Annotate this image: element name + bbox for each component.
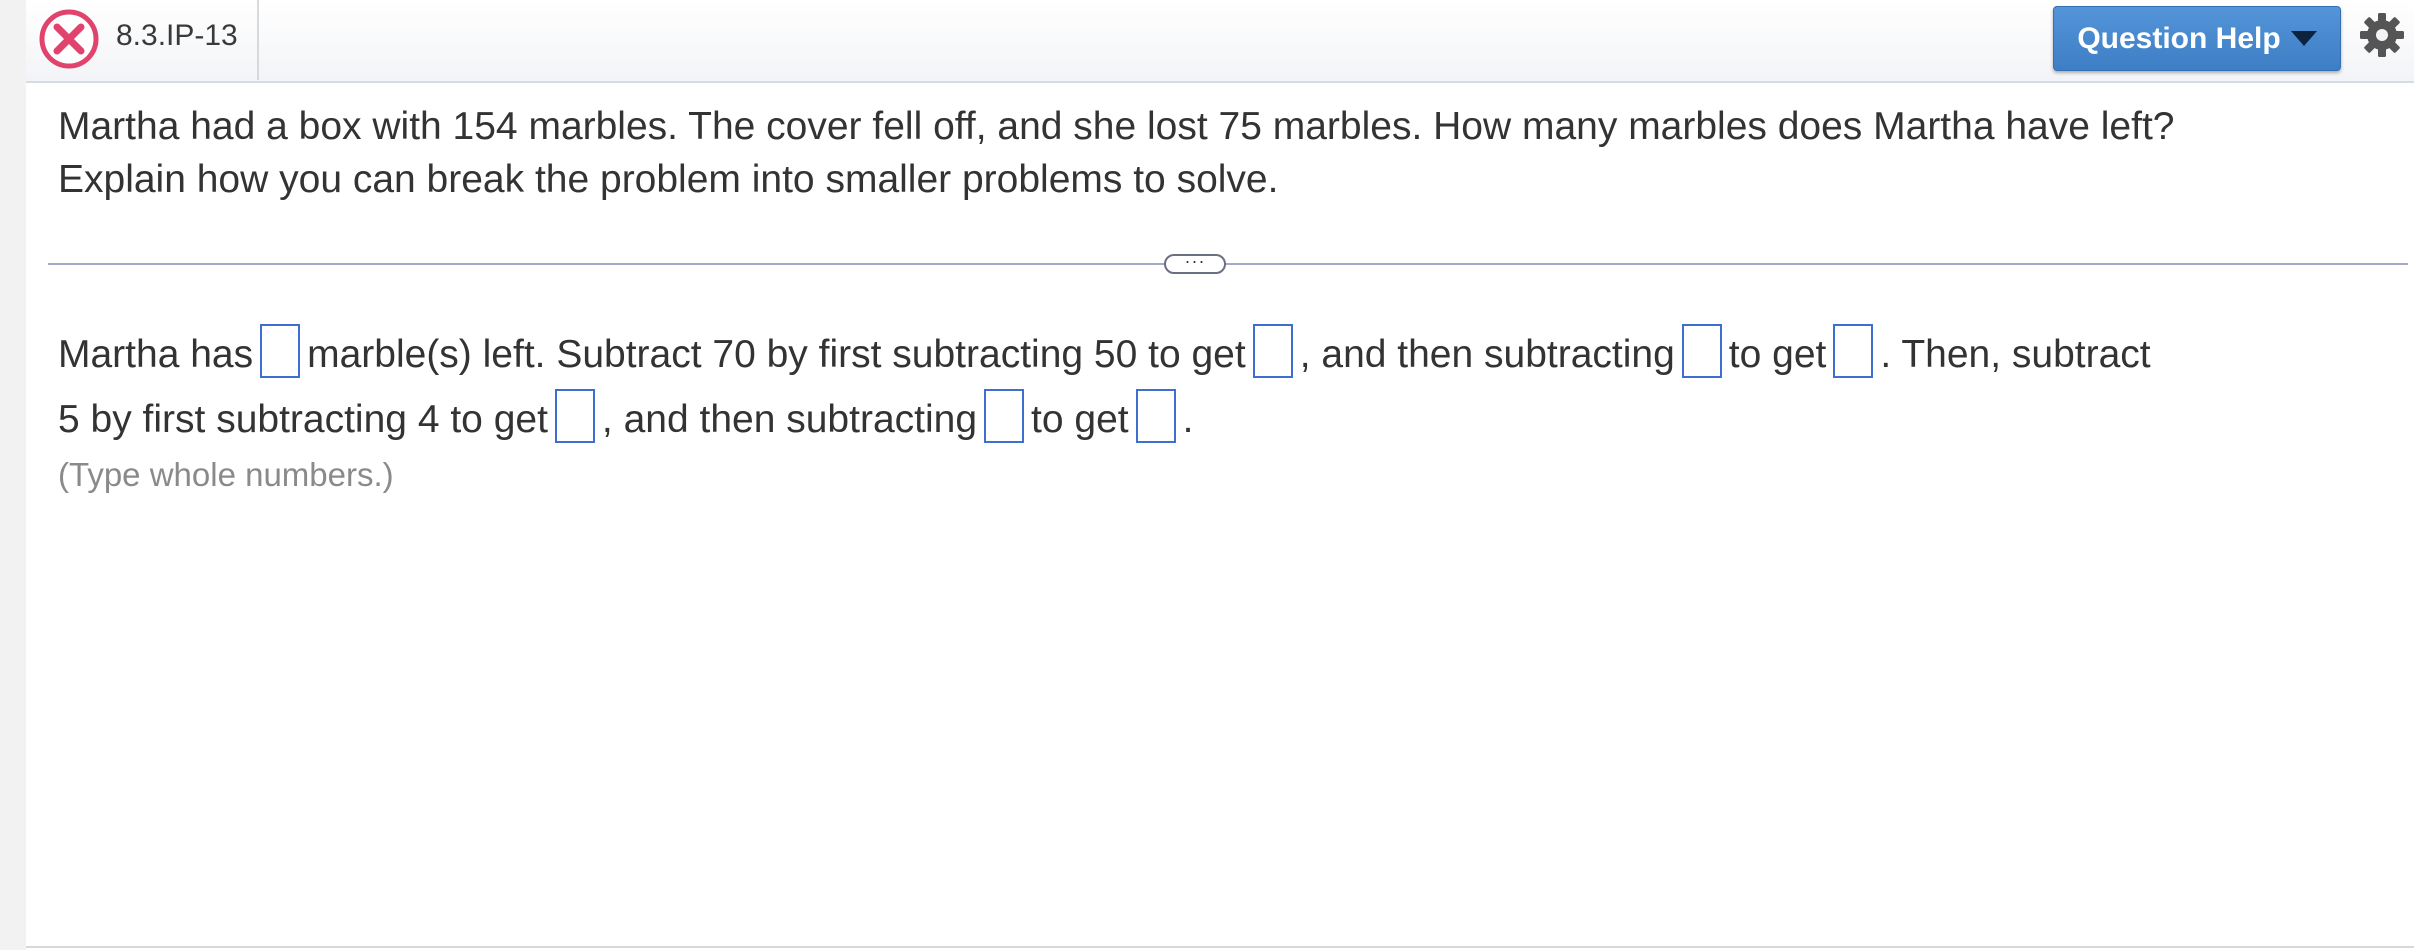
left-margin xyxy=(0,0,26,950)
answer-input-after-4[interactable] xyxy=(554,388,595,443)
answer-text-8: to get xyxy=(1031,398,1129,441)
question-page: 8.3.IP-13 Question Help Martha had a box… xyxy=(26,0,2414,950)
answer-area: Martha has marble(s) left. Subtract 70 by… xyxy=(58,322,2398,452)
incorrect-x-icon xyxy=(38,8,100,70)
question-text: Martha had a box with 154 marbles. The c… xyxy=(58,100,2378,206)
answer-text-6: 5 by first subtracting 4 to get xyxy=(58,398,548,441)
question-help-button[interactable]: Question Help xyxy=(2053,6,2341,71)
answer-input-third-subtrahend[interactable] xyxy=(984,388,1025,443)
answer-input-second-subtrahend[interactable] xyxy=(1681,323,1722,378)
question-header: 8.3.IP-13 Question Help xyxy=(26,0,2414,83)
caret-down-icon xyxy=(2290,31,2317,46)
bottom-border xyxy=(26,946,2414,948)
answer-text-9: . xyxy=(1182,398,1194,441)
answer-text-7: , and then subtracting xyxy=(601,398,978,441)
section-divider xyxy=(48,263,2408,265)
question-line-2: Explain how you can break the problem in… xyxy=(58,158,1279,201)
answer-input-marbles-left[interactable] xyxy=(260,323,301,378)
answer-input-final[interactable] xyxy=(1135,388,1176,443)
gear-icon[interactable] xyxy=(2359,12,2405,58)
answer-text-5: . Then, subtract xyxy=(1880,333,2151,376)
answer-input-after-50[interactable] xyxy=(1252,323,1293,378)
answer-text-2: marble(s) left. Subtract 70 by first sub… xyxy=(307,333,1246,376)
answer-text-4: to get xyxy=(1728,333,1827,376)
answer-input-after-70[interactable] xyxy=(1833,323,1874,378)
answer-text-1: Martha has xyxy=(58,333,254,376)
answer-text-3: , and then subtracting xyxy=(1299,333,1675,376)
question-help-label: Question Help xyxy=(2077,21,2281,55)
expand-handle[interactable]: ··· xyxy=(1164,252,1226,274)
question-id: 8.3.IP-13 xyxy=(116,19,238,52)
question-line-1: Martha had a box with 154 marbles. The c… xyxy=(58,105,2175,148)
question-id-box: 8.3.IP-13 xyxy=(100,0,259,80)
input-hint: (Type whole numbers.) xyxy=(58,456,394,493)
